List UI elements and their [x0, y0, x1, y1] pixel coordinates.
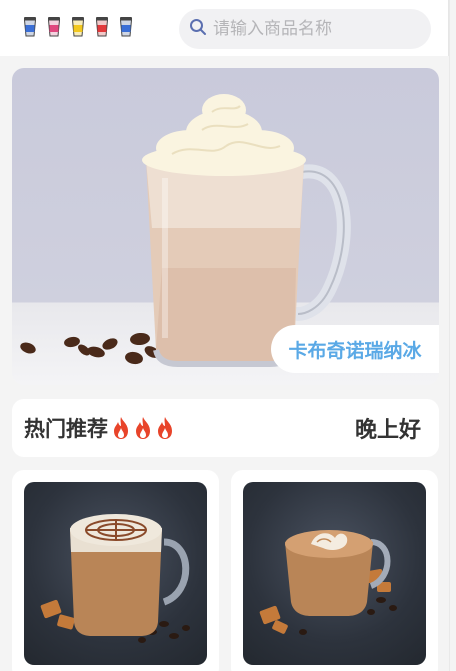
scrollbar[interactable] — [449, 0, 456, 671]
product-image[interactable] — [243, 482, 426, 665]
top-bar — [0, 0, 449, 56]
cup-icon-red — [94, 16, 110, 38]
cup-icon-yellow — [70, 16, 86, 38]
section-heading: 热门推荐 — [24, 413, 176, 443]
cup-icon-blue — [22, 16, 38, 38]
fire-icon — [158, 417, 172, 439]
greeting-text: 晚上好 — [354, 417, 421, 442]
latte-cup-photo — [259, 530, 397, 635]
latte-art-mug-photo — [40, 514, 190, 643]
hot-recommend-bar: 热门推荐 晚上好 — [12, 399, 439, 457]
fire-icon — [114, 417, 128, 439]
section-title: 热门推荐 — [24, 418, 108, 441]
banner-product-name[interactable]: 卡布奇诺瑞纳冰 — [271, 325, 439, 373]
product-card[interactable] — [12, 470, 219, 671]
search-bar[interactable] — [179, 9, 431, 49]
cup-icon-row — [22, 16, 134, 38]
banner[interactable]: 卡布奇诺瑞纳冰 — [12, 68, 439, 385]
fire-icon — [136, 417, 150, 439]
cup-icon-pink — [46, 16, 62, 38]
cup-icon-blue-2 — [118, 16, 134, 38]
product-card[interactable] — [231, 470, 438, 671]
search-input[interactable] — [213, 19, 413, 39]
search-icon — [189, 18, 207, 41]
product-image[interactable] — [24, 482, 207, 665]
